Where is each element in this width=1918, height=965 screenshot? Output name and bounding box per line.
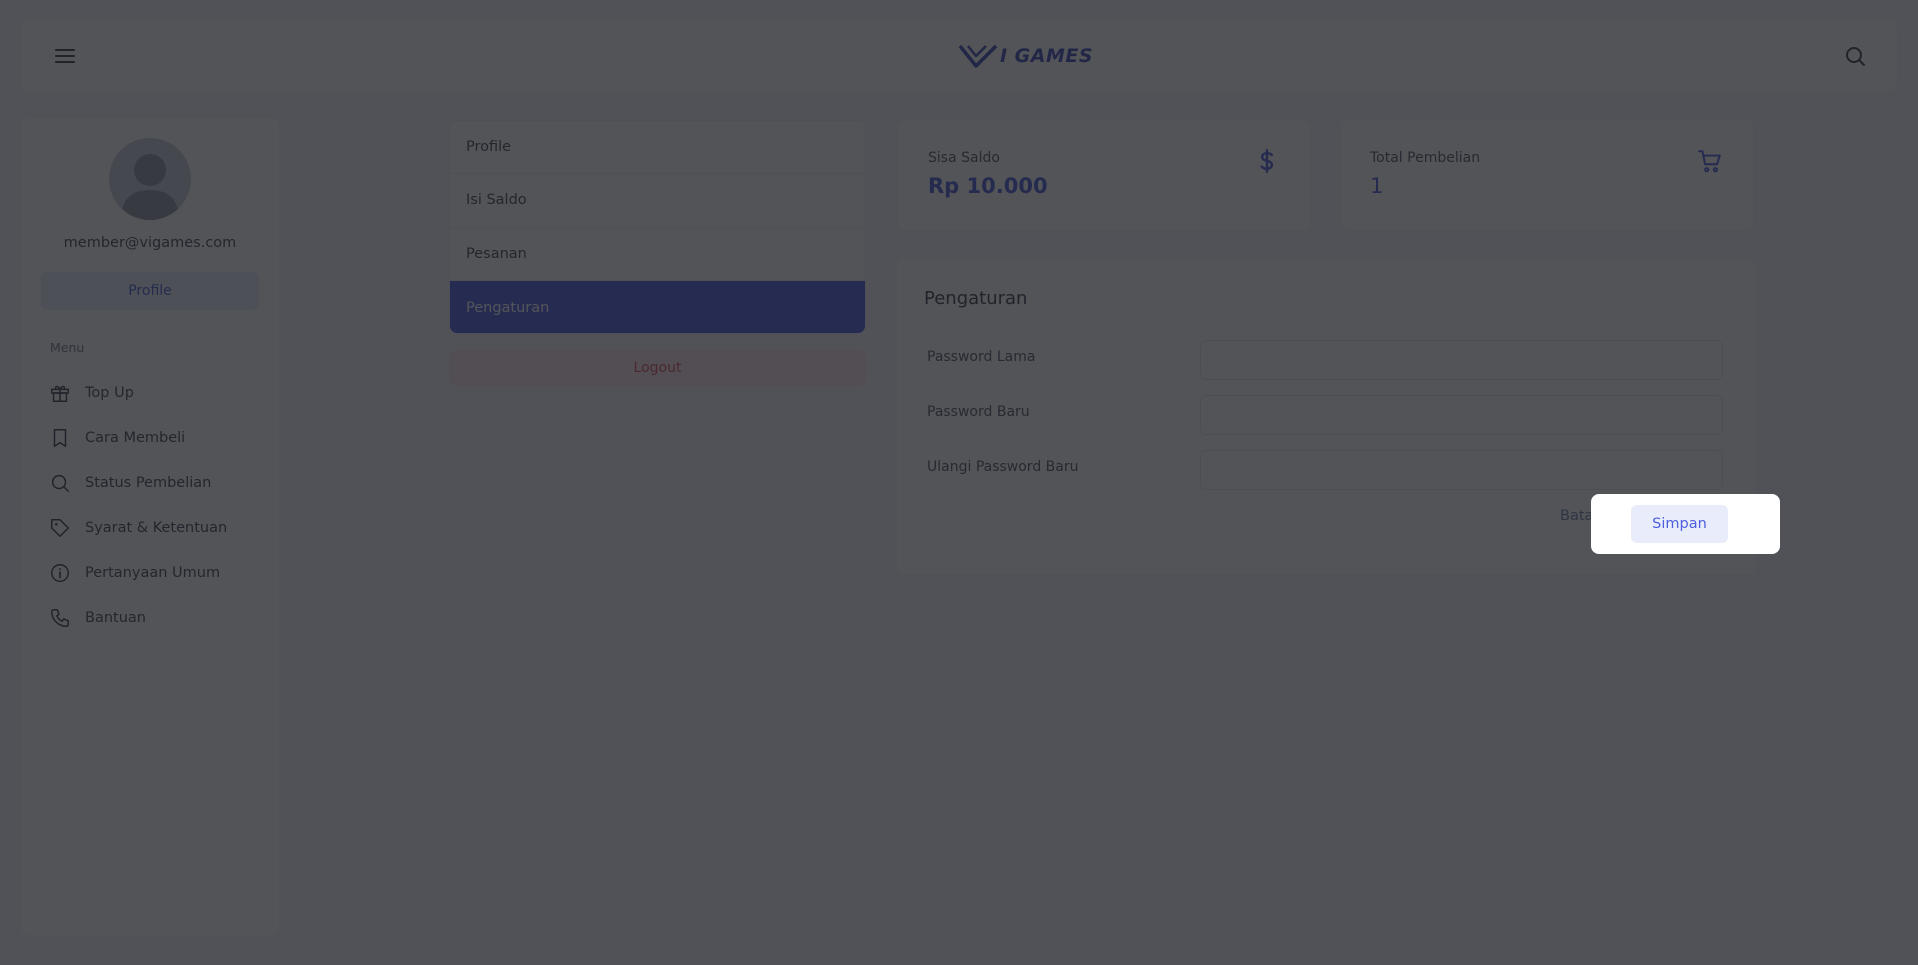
save-button[interactable]: Simpan — [1631, 505, 1728, 543]
sidebar-item-label: Bantuan — [85, 609, 146, 626]
account-nav-pesanan[interactable]: Pesanan — [450, 228, 865, 281]
cart-icon — [1698, 150, 1721, 173]
sidebar-item-bantuan[interactable]: Bantuan — [49, 595, 259, 640]
gift-icon — [51, 385, 69, 402]
hamburger-icon[interactable] — [53, 44, 77, 68]
sidebar-item-label: Syarat & Ketentuan — [85, 519, 228, 536]
info-icon — [51, 563, 69, 582]
total-pembelian-label: Total Pembelian — [1370, 150, 1481, 166]
logo-text: I GAMES — [1000, 45, 1094, 67]
menu-label: Menu — [50, 340, 85, 355]
account-nav-profile[interactable]: Profile — [450, 121, 865, 175]
sidebar-item-status-pembelian[interactable]: Status Pembelian — [49, 460, 259, 505]
old-password-label: Password Lama — [927, 349, 1036, 365]
confirm-password-row: Ulangi Password Baru — [927, 450, 1727, 490]
bookmark-icon — [53, 428, 67, 447]
phone-icon — [51, 608, 69, 627]
sidebar-item-cara-membeli[interactable]: Cara Membeli — [49, 415, 259, 460]
logo-v-icon — [958, 44, 998, 68]
sidebar-item-label: Status Pembelian — [85, 474, 212, 491]
sidebar-item-label: Top Up — [85, 384, 134, 401]
saldo-value: Rp 10.000 — [928, 174, 1048, 198]
sidebar: member@vigames.com Profile Menu Top Up C… — [21, 118, 279, 935]
user-email: member@vigames.com — [63, 235, 237, 251]
profile-button[interactable]: Profile — [41, 272, 259, 310]
saldo-label: Sisa Saldo — [928, 150, 1000, 166]
header-search-icon[interactable] — [1843, 44, 1867, 68]
total-pembelian-card: Total Pembelian 1 — [1341, 120, 1753, 230]
total-pembelian-value: 1 — [1370, 174, 1384, 198]
logout-button[interactable]: Logout — [449, 350, 866, 386]
sidebar-item-label: Pertanyaan Umum — [85, 564, 221, 581]
account-nav: Profile Isi Saldo Pesanan Pengaturan — [449, 120, 866, 334]
new-password-label: Password Baru — [927, 404, 1030, 420]
dollar-icon — [1260, 148, 1274, 174]
sidebar-item-label: Cara Membeli — [85, 429, 186, 446]
new-password-row: Password Baru — [927, 395, 1727, 435]
new-password-input[interactable] — [1200, 395, 1723, 435]
old-password-row: Password Lama — [927, 340, 1727, 380]
highlight-spotlight: Simpan — [1591, 494, 1780, 554]
old-password-input[interactable] — [1200, 340, 1723, 380]
account-nav-isi-saldo[interactable]: Isi Saldo — [450, 174, 865, 228]
account-nav-pengaturan[interactable]: Pengaturan — [450, 280, 865, 333]
search-icon — [51, 474, 69, 492]
logo[interactable]: I GAMES — [958, 38, 1093, 74]
sidebar-item-top-up[interactable]: Top Up — [49, 370, 259, 415]
sidebar-menu: Top Up Cara Membeli Status Pembelian Sya… — [49, 370, 259, 640]
sidebar-item-syarat-ketentuan[interactable]: Syarat & Ketentuan — [49, 505, 259, 550]
settings-title: Pengaturan — [924, 288, 1028, 309]
tag-icon — [51, 518, 69, 537]
confirm-password-input[interactable] — [1200, 450, 1723, 490]
saldo-card: Sisa Saldo Rp 10.000 — [899, 120, 1310, 230]
top-bar: I GAMES — [21, 20, 1897, 91]
avatar — [109, 138, 191, 220]
confirm-password-label: Ulangi Password Baru — [927, 459, 1079, 475]
sidebar-item-pertanyaan-umum[interactable]: Pertanyaan Umum — [49, 550, 259, 595]
